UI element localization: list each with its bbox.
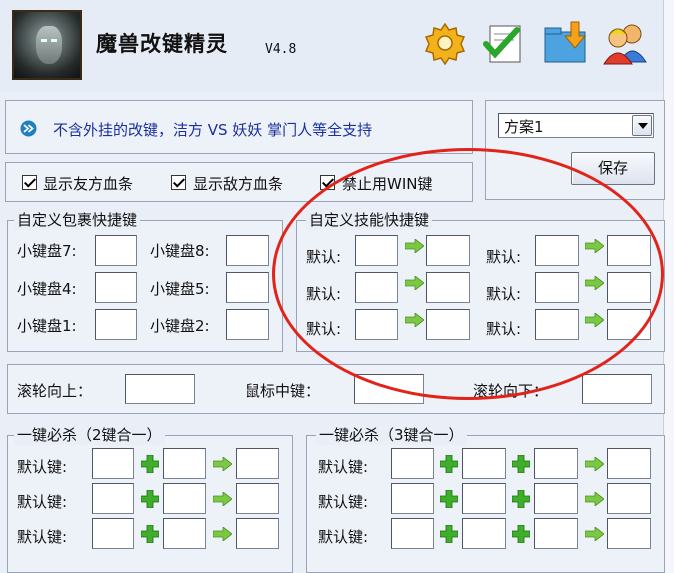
combo2-key2-input[interactable] [163,483,206,514]
numpad7-label: 小键盘7: [17,242,77,260]
plus-icon [440,525,458,543]
combo3-key2-input[interactable] [462,483,506,514]
wheel-up-input[interactable] [125,374,195,404]
combo2-key2-input[interactable] [163,518,206,549]
app-title: 魔兽改键精灵 [96,32,228,56]
combo3-key2-input[interactable] [462,448,506,479]
users-icon[interactable] [600,18,650,68]
combo2-legend: 一键必杀（2键合一） [14,424,165,445]
inventory-group-legend: 自定义包裹快捷键 [14,209,141,230]
combo3-key3-input[interactable] [534,448,578,479]
numpad5-input[interactable] [226,272,269,303]
combo3-key1-input[interactable] [391,448,434,479]
combo3-key1-input[interactable] [391,518,434,549]
chevron-down-icon [638,123,648,129]
hero-eye [41,39,47,42]
combo2-result-input[interactable] [236,448,279,479]
combo3-key1-input[interactable] [391,483,434,514]
show-ally-hp-label: 显示友方血条 [43,175,134,193]
combo2-default-label: 默认键: [17,493,68,511]
hero-avatar [12,10,82,80]
numpad4-input[interactable] [95,272,137,303]
combo3-default-label: 默认键: [318,493,369,511]
middle-click-label: 鼠标中键： [245,382,321,400]
numpad1-input[interactable] [95,309,137,340]
scheme-select[interactable]: 方案1 [498,113,654,138]
combo3-result-input[interactable] [607,448,651,479]
show-ally-hp-checkbox[interactable] [22,175,37,190]
plus-icon [512,490,530,508]
numpad1-label: 小键盘1: [17,317,77,335]
hero-eye [51,39,57,42]
numpad7-input[interactable] [95,235,137,266]
combo2-result-input[interactable] [236,483,279,514]
plus-icon [141,525,159,543]
checklist-icon[interactable] [480,18,530,68]
right-arrow-icon [585,492,604,506]
combo2-key2-input[interactable] [163,448,206,479]
numpad8-label: 小键盘8: [150,242,210,260]
download-folder-icon[interactable] [541,18,591,68]
numpad2-input[interactable] [226,309,269,340]
right-arrow-icon [213,527,232,541]
wheel-down-input[interactable] [582,374,652,404]
plus-icon [141,455,159,473]
numpad4-label: 小键盘4: [17,280,77,298]
plus-icon [440,455,458,473]
show-enemy-hp-checkbox[interactable] [171,175,186,190]
combo2-default-label: 默认键: [17,458,68,476]
combo3-key3-input[interactable] [534,518,578,549]
combo3-result-input[interactable] [607,483,651,514]
right-arrow-icon [213,457,232,471]
right-arrow-icon [585,527,604,541]
show-enemy-hp-label: 显示敌方血条 [193,175,284,193]
numpad2-label: 小键盘2: [150,317,210,335]
plus-icon [141,490,159,508]
right-arrow-icon [213,492,232,506]
combo3-legend: 一键必杀（3键合一） [316,424,467,445]
hero-face [36,26,62,64]
combo3-default-label: 默认键: [318,528,369,546]
scheme-selected-value: 方案1 [504,118,544,136]
double-chevron-icon [20,120,37,137]
dropdown-button[interactable] [632,115,652,136]
plus-icon [512,455,530,473]
plus-icon [440,490,458,508]
combo3-key3-input[interactable] [534,483,578,514]
annotation-ellipse [272,148,664,400]
combo3-default-label: 默认键: [318,458,369,476]
combo2-key1-input[interactable] [92,483,134,514]
numpad5-label: 小键盘5: [150,280,210,298]
combo3-result-input[interactable] [607,518,651,549]
notice-text: 不含外挂的改键，洁方 VS 妖妖 掌门人等全支持 [53,121,373,139]
wheel-up-label: 滚轮向上： [17,382,93,400]
right-arrow-icon [585,457,604,471]
combo2-key1-input[interactable] [92,518,134,549]
combo2-default-label: 默认键: [17,528,68,546]
gear-icon[interactable] [420,18,470,68]
combo3-key2-input[interactable] [462,518,506,549]
plus-icon [512,525,530,543]
combo2-key1-input[interactable] [92,448,134,479]
numpad8-input[interactable] [226,235,269,266]
combo2-result-input[interactable] [236,518,279,549]
app-version: V4.8 [265,42,297,57]
